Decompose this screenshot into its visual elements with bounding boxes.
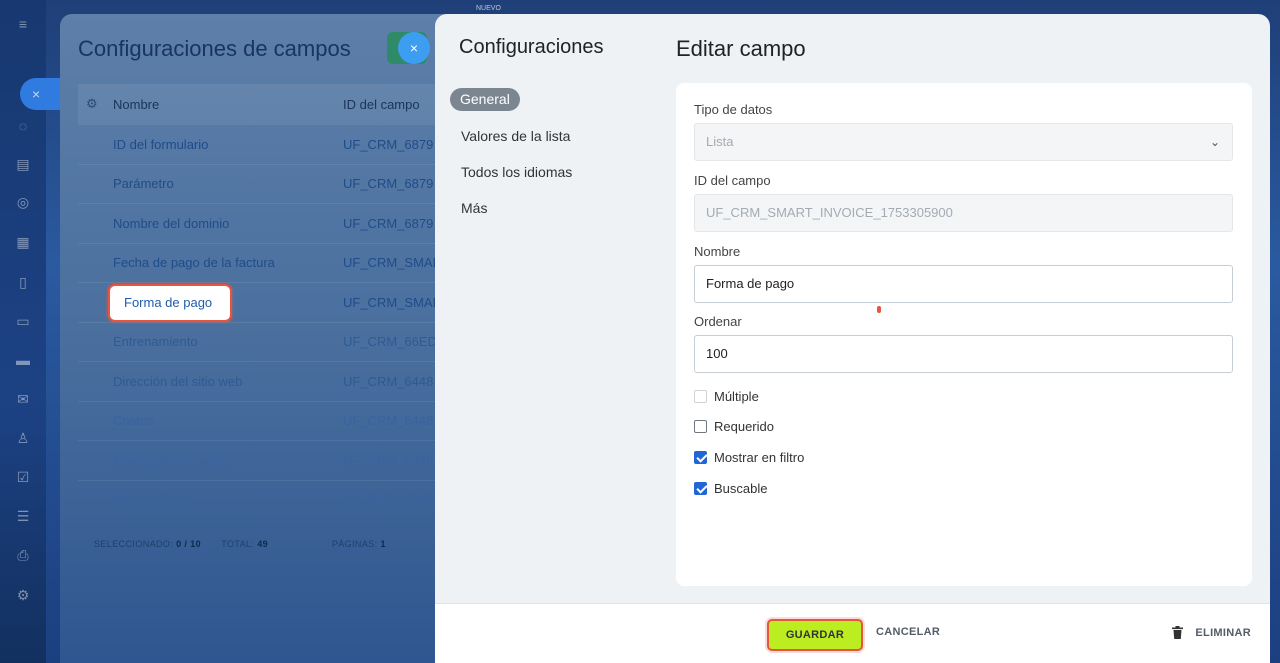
field-id-label: ID del campo	[694, 173, 771, 188]
list-title: Configuraciones de campos	[78, 36, 351, 61]
monitor-icon[interactable]: ▭	[13, 311, 33, 331]
chevron-down-icon: ⌄	[1209, 135, 1220, 149]
name-input[interactable]: Forma de pago	[694, 265, 1233, 303]
row-id: UF_CRM_SMAF	[343, 255, 435, 271]
column-name-header[interactable]: Nombre	[113, 97, 343, 112]
data-type-select: Lista ⌄	[694, 123, 1233, 161]
multiple-checkbox	[694, 389, 707, 403]
menu-icon[interactable]: ≡	[13, 14, 33, 34]
document-icon[interactable]: ▯	[13, 272, 33, 292]
row-id: UF_CRM_6448	[343, 452, 434, 468]
searchable-checkbox-label[interactable]: Buscable	[714, 481, 767, 496]
multiple-checkbox-label: Múltiple	[714, 388, 759, 404]
close-icon[interactable]: ×	[398, 32, 430, 64]
row-name[interactable]: Dirección del sitio web	[113, 374, 343, 389]
row-id: UF_CRM_6879	[343, 215, 434, 231]
row-id: UF_CRM_66ED	[343, 334, 435, 350]
row-name[interactable]: ID del formulario	[113, 137, 343, 152]
target-icon[interactable]: ◎	[13, 192, 33, 212]
edit-field-slider: Configuraciones General Valores de la li…	[435, 14, 1270, 663]
nav-item-general[interactable]: General	[450, 88, 520, 111]
trash-icon	[1172, 626, 1184, 639]
highlighted-field-name[interactable]: Forma de pago	[108, 284, 232, 322]
action-bar: GUARDAR CANCELAR ELIMINAR	[435, 603, 1270, 663]
data-type-label: Tipo de datos	[694, 102, 773, 117]
row-id: UF_CRM_6879	[343, 136, 434, 152]
required-checkbox-label[interactable]: Requerido	[714, 419, 774, 434]
gear-icon[interactable]: ⚙	[78, 96, 113, 112]
field-id-input: UF_CRM_SMART_INVOICE_1753305900	[694, 194, 1233, 232]
row-id: UF_CRM_6448	[343, 492, 434, 508]
row-name[interactable]: Nombre del dominio	[113, 216, 343, 231]
table-row[interactable]: Nombre del dominio UF_CRM_6879	[78, 203, 480, 243]
table-row[interactable]: Interesado en UF_CRM_6448	[78, 479, 480, 520]
table-row[interactable]: ID del formulario UF_CRM_6879	[78, 124, 480, 164]
required-checkbox-row[interactable]: Requerido	[694, 417, 774, 435]
row-id: UF_CRM_6448	[343, 413, 434, 429]
table-row[interactable]: Costos UF_CRM_6448	[78, 400, 480, 441]
row-id: UF_CRM_SMAF	[343, 294, 435, 310]
row-id: UF_CRM_6879	[343, 176, 434, 192]
row-name[interactable]: Interesado en	[113, 492, 343, 507]
close-icon[interactable]: ×	[20, 78, 60, 110]
table-row[interactable]: Dirección del sitio web UF_CRM_6448	[78, 361, 480, 401]
edit-field-form: Tipo de datos Lista ⌄ ID del campo UF_CR…	[676, 83, 1252, 586]
required-checkbox[interactable]	[694, 419, 707, 433]
calendar-icon[interactable]: ▦	[13, 232, 33, 252]
settings-title: Configuraciones	[459, 36, 604, 58]
table-row[interactable]: Fecha de pago de la factura UF_CRM_SMAF	[78, 242, 480, 283]
table-row[interactable]: Parámetro UF_CRM_6879	[78, 163, 480, 204]
row-name[interactable]: Fecha de pago de la factura	[113, 255, 343, 270]
chat-icon[interactable]: ◌	[13, 116, 33, 136]
card-icon[interactable]: ▬	[13, 350, 33, 370]
cancel-button[interactable]: CANCELAR	[876, 626, 940, 638]
row-id: UF_CRM_6448	[343, 373, 434, 389]
delete-button[interactable]: ELIMINAR	[1172, 626, 1251, 639]
tasks-icon[interactable]: ▤	[13, 154, 33, 174]
checkbox-icon[interactable]: ☑	[13, 467, 33, 487]
save-button[interactable]: GUARDAR	[767, 619, 863, 651]
row-name[interactable]: Parámetro	[113, 176, 343, 191]
annotation-marker	[877, 306, 881, 313]
table-header: ⚙ Nombre ID del campo	[78, 84, 480, 124]
new-badge: NUEVO	[476, 5, 501, 12]
selected-label: SELECCIONADO:	[94, 539, 174, 549]
searchable-checkbox[interactable]	[694, 481, 707, 495]
nav-item-all-languages[interactable]: Todos los idiomas	[449, 154, 649, 190]
nav-item-more[interactable]: Más	[449, 190, 649, 226]
row-name[interactable]: Entrenamiento	[113, 334, 343, 349]
sort-label: Ordenar	[694, 314, 742, 329]
row-name[interactable]: Interesado en laptop	[113, 453, 343, 468]
settings-nav: General Valores de la lista Todos los id…	[449, 88, 649, 226]
selected-value: 0 / 10	[176, 539, 202, 549]
multiple-checkbox-row: Múltiple	[694, 387, 759, 405]
row-name[interactable]: Costos	[113, 413, 343, 428]
contacts-icon[interactable]: ♙	[13, 428, 33, 448]
settings-icon[interactable]: ⚙	[13, 585, 33, 605]
table-row[interactable]: Interesado en laptop UF_CRM_6448	[78, 440, 480, 480]
show-in-filter-checkbox-row[interactable]: Mostrar en filtro	[694, 448, 804, 466]
mail-icon[interactable]: ✉	[13, 389, 33, 409]
total-value: 49	[257, 539, 268, 549]
total-label: TOTAL:	[221, 539, 255, 549]
list-footer: SELECCIONADO: 0 / 10 TOTAL: 49 PÁGINAS: …	[94, 539, 386, 549]
printer-icon[interactable]: ⎙	[13, 545, 33, 565]
column-id-header[interactable]: ID del campo	[343, 97, 420, 112]
delete-label[interactable]: ELIMINAR	[1195, 627, 1251, 639]
searchable-checkbox-row[interactable]: Buscable	[694, 479, 767, 497]
data-type-value: Lista	[706, 134, 734, 149]
table-row[interactable]: Entrenamiento UF_CRM_66ED	[78, 321, 480, 362]
pages-label: PÁGINAS:	[331, 539, 378, 549]
pages-value: 1	[380, 539, 386, 549]
show-in-filter-checkbox[interactable]	[694, 450, 707, 464]
show-in-filter-checkbox-label[interactable]: Mostrar en filtro	[714, 450, 804, 465]
name-label: Nombre	[694, 244, 741, 259]
sort-input[interactable]: 100	[694, 335, 1233, 373]
fields-list-panel: Configuraciones de campos × ⚙ Nombre ID …	[60, 14, 480, 663]
filter-icon[interactable]: ☰	[13, 506, 33, 526]
nav-item-list-values[interactable]: Valores de la lista	[449, 118, 649, 154]
page-title: Editar campo	[676, 36, 806, 61]
